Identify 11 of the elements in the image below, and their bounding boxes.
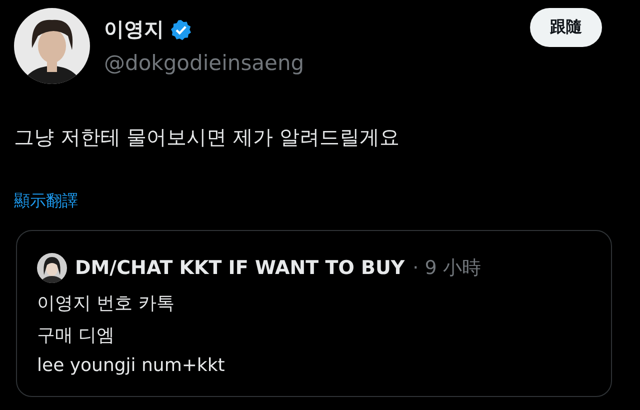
- author-name: 이영지: [104, 16, 164, 43]
- author-handle: @dokgodieinsaeng: [104, 51, 304, 75]
- quoted-text-line: lee youngji num+kkt: [37, 355, 226, 376]
- quoted-author-name: DM/CHAT KKT IF WANT TO BUY: [75, 257, 405, 279]
- tweet-text: 그냥 저한테 물어보시면 제가 알려드릴게요: [14, 124, 400, 151]
- quoted-tweet-card[interactable]: DM/CHAT KKT IF WANT TO BUY · 9 小時 이영지 번호 카톡 구매 디엠 lee youngji num+kkt: [16, 230, 612, 397]
- quoted-text-line: 이영지 번호 카톡: [37, 292, 176, 315]
- quoted-text-line: 구매 디엠: [37, 324, 116, 347]
- translate-link[interactable]: 顯示翻譯: [14, 191, 78, 212]
- follow-button[interactable]: 跟隨: [530, 8, 602, 47]
- quoted-time: · 9 小時: [412, 256, 481, 281]
